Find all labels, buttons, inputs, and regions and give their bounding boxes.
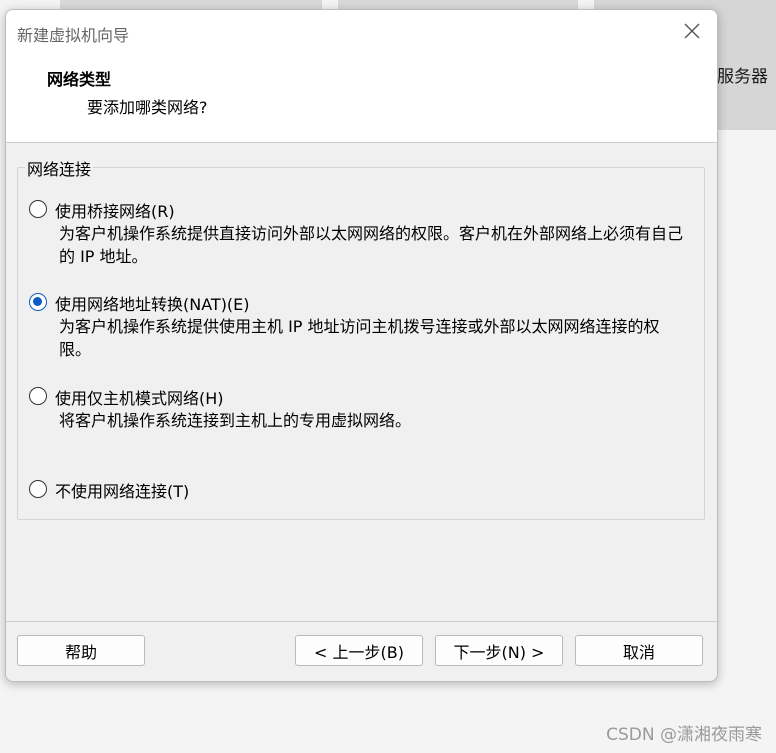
help-button[interactable]: 帮助 (17, 635, 145, 666)
dialog-title: 新建虚拟机向导 (17, 26, 130, 45)
radio-nat[interactable] (29, 293, 47, 311)
page-subtitle: 要添加哪类网络? (87, 98, 208, 117)
cancel-button[interactable]: 取消 (575, 635, 703, 666)
radio-bridged[interactable] (29, 200, 47, 218)
next-button[interactable]: 下一步(N) > (435, 635, 563, 666)
option-nat-label[interactable]: 使用网络地址转换(NAT)(E) (55, 291, 250, 315)
radio-no-network[interactable] (29, 480, 47, 498)
close-button[interactable] (681, 20, 703, 42)
new-vm-wizard-dialog: 新建虚拟机向导 网络类型 要添加哪类网络? 网络连接 使用桥接网络(R) 为客户… (5, 9, 718, 682)
back-button[interactable]: < 上一步(B) (295, 635, 423, 666)
option-bridged-description: 为客户机操作系统提供直接访问外部以太网网络的权限。客户机在外部网络上必须有自己的… (59, 224, 684, 266)
watermark: CSDN @潇湘夜雨寒 (606, 725, 762, 745)
option-nat-description: 为客户机操作系统提供使用主机 IP 地址访问主机拨号连接或外部以太网网络连接的权… (59, 317, 660, 359)
footer-separator (6, 621, 717, 622)
wizard-header: 网络类型 要添加哪类网络? (6, 54, 717, 143)
option-bridged-label[interactable]: 使用桥接网络(R) (55, 198, 175, 222)
close-icon (684, 23, 700, 39)
option-host-only-description: 将客户机操作系统连接到主机上的专用虚拟网络。 (59, 411, 412, 430)
page-title: 网络类型 (47, 70, 112, 89)
radio-host-only[interactable] (29, 387, 47, 405)
title-bar: 新建虚拟机向导 (6, 10, 717, 54)
option-host-only-label[interactable]: 使用仅主机模式网络(H) (55, 385, 224, 409)
option-no-network-label[interactable]: 不使用网络连接(T) (55, 478, 189, 502)
group-label: 网络连接 (25, 156, 94, 180)
